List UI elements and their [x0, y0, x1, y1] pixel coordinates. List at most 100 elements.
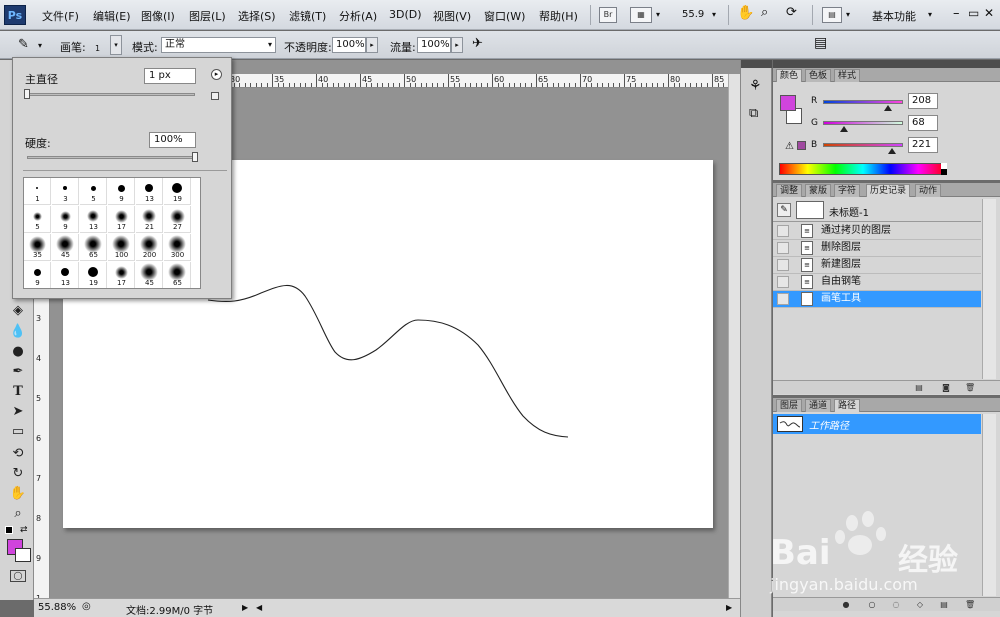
brush-preset[interactable]: 19 [80, 262, 107, 288]
default-colors-icon[interactable] [5, 526, 13, 534]
red-slider-thumb[interactable] [884, 105, 893, 111]
hardness-input[interactable]: 100% [149, 132, 196, 148]
flow-input[interactable]: 100% [417, 37, 451, 53]
fill-path-icon[interactable]: ● [841, 600, 851, 609]
brush-preset[interactable]: 9 [24, 262, 51, 288]
history-item[interactable]: ≡ 新建图层 [773, 257, 981, 274]
green-value[interactable]: 68 [908, 115, 938, 131]
arrange-dropdown-icon[interactable]: ▾ [846, 10, 850, 19]
menu-window[interactable]: 窗口(W) [484, 8, 525, 24]
history-item[interactable]: ✎ 画笔工具 [773, 291, 981, 308]
brush-preset[interactable]: 19 [164, 178, 191, 205]
tab-masks[interactable]: 蒙版 [805, 184, 832, 197]
brush-panel-toggle-icon[interactable]: ▤ [814, 35, 827, 51]
brush-preset[interactable]: 5 [24, 206, 51, 233]
zoom-dropdown-icon[interactable]: ▾ [712, 10, 716, 19]
tab-styles[interactable]: 样式 [834, 69, 861, 82]
airbrush-icon[interactable]: ✈ [472, 36, 483, 51]
rectangle-shape-icon[interactable]: ▭ [9, 423, 27, 441]
history-item[interactable]: ≡ 删除图层 [773, 240, 981, 257]
rotate-view-icon[interactable]: ⟳ [786, 5, 797, 20]
brush-preset[interactable]: 200 [136, 234, 163, 261]
brush-preset[interactable]: 65 [164, 262, 191, 288]
tab-character[interactable]: 字符 [834, 184, 861, 197]
menu-help[interactable]: 帮助(H) [539, 8, 578, 24]
brush-preset[interactable]: 45 [52, 234, 79, 261]
menu-3d[interactable]: 3D(D) [389, 8, 422, 21]
tab-layers[interactable]: 图层 [776, 399, 803, 412]
brush-preset[interactable]: 17 [108, 206, 135, 233]
zoom-tool-icon[interactable]: ⌕ [9, 505, 27, 523]
type-icon[interactable]: T [9, 383, 27, 401]
opacity-input[interactable]: 100% [332, 37, 366, 53]
brush-preset[interactable]: 9 [108, 178, 135, 205]
brush-preset[interactable]: 45 [136, 262, 163, 288]
black-white-ramp[interactable] [941, 163, 947, 175]
scroll-right-icon[interactable]: ▶ [726, 603, 732, 612]
menu-file[interactable]: 文件(F) [42, 8, 79, 24]
pen-icon[interactable]: ✒ [9, 363, 27, 381]
tool-preset-dropdown-icon[interactable]: ▾ [38, 41, 42, 50]
history-scrollbar[interactable] [982, 199, 996, 379]
brush-preset[interactable]: 13 [136, 178, 163, 205]
tab-paths[interactable]: 路径 [834, 399, 861, 412]
brush-preset[interactable]: 13 [80, 206, 107, 233]
hardness-slider[interactable] [27, 156, 195, 159]
new-document-icon[interactable]: ▤ [914, 383, 924, 392]
panel-collapse-bar[interactable] [773, 60, 1000, 68]
red-value[interactable]: 208 [908, 93, 938, 109]
history-item[interactable]: ≡ 通过拷贝的图层 [773, 223, 981, 240]
tab-swatches[interactable]: 色板 [805, 69, 832, 82]
brush-preset[interactable]: 1 [24, 178, 51, 205]
history-checkbox[interactable] [777, 242, 789, 254]
bridge-icon[interactable]: Br [599, 7, 617, 23]
load-selection-icon[interactable]: ◌ [891, 600, 901, 609]
zoom-status[interactable]: 55.88% [38, 602, 76, 613]
status-info-icon[interactable]: ◎ [82, 601, 91, 612]
3d-rotate-icon[interactable]: ⟲ [9, 445, 27, 463]
brush-presets-icon[interactable]: ⚘ [749, 78, 762, 94]
snapshot-thumbnail[interactable] [796, 201, 824, 219]
swap-colors-icon[interactable]: ⇄ [20, 525, 28, 535]
brush-picker-button[interactable]: ▾ [110, 35, 122, 55]
menu-edit[interactable]: 编辑(E) [93, 8, 131, 24]
tab-adjustments[interactable]: 调整 [776, 184, 803, 197]
hardness-slider-thumb[interactable] [192, 152, 198, 162]
tab-history[interactable]: 历史记录 [866, 184, 911, 197]
flow-slider-arrow[interactable]: ▸ [451, 37, 463, 53]
dropdown-arrow-icon[interactable]: ▾ [656, 10, 660, 19]
arrange-documents-icon[interactable]: ▤ [822, 7, 842, 23]
brush-preset[interactable]: 9 [52, 206, 79, 233]
gamut-swatch[interactable] [797, 141, 806, 150]
create-preset-icon[interactable] [211, 92, 219, 100]
snapshot-name[interactable]: 未标题-1 [829, 204, 869, 219]
workspace-switcher[interactable]: 基本功能 [872, 8, 916, 24]
blue-value[interactable]: 221 [908, 137, 938, 153]
scroll-left-icon[interactable]: ◀ [256, 603, 262, 612]
hand-icon[interactable]: ✋ [737, 5, 754, 21]
blue-slider-thumb[interactable] [888, 148, 897, 154]
path-selection-icon[interactable]: ➤ [9, 403, 27, 421]
brush-preset[interactable]: 21 [136, 206, 163, 233]
brush-preset[interactable]: 35 [24, 234, 51, 261]
history-item[interactable]: ≡ 自由钢笔 [773, 274, 981, 291]
trash-icon[interactable]: 🗑 [965, 383, 975, 392]
work-path-row[interactable]: 工作路径 [773, 414, 981, 434]
history-checkbox[interactable] [777, 259, 789, 271]
blue-slider[interactable] [823, 143, 903, 147]
red-slider[interactable] [823, 100, 903, 104]
close-icon[interactable]: ✕ [984, 6, 994, 20]
clone-source-icon[interactable]: ⧉ [749, 106, 758, 121]
view-extras-icon[interactable]: ▦ [630, 7, 652, 23]
history-checkbox[interactable] [777, 276, 789, 288]
new-snapshot-icon[interactable]: ◙ [941, 383, 951, 392]
tab-color[interactable]: 颜色 [776, 69, 803, 82]
status-menu-arrow-icon[interactable]: ▶ [242, 603, 248, 612]
minimize-icon[interactable]: – [953, 6, 960, 21]
brush-preset[interactable]: 65 [80, 234, 107, 261]
stroke-path-icon[interactable]: ○ [867, 600, 877, 609]
restore-icon[interactable]: ▭ [968, 6, 979, 20]
history-checkbox[interactable] [777, 225, 789, 237]
workspace-dropdown-icon[interactable]: ▾ [928, 10, 932, 19]
brush-preset[interactable]: 3 [52, 178, 79, 205]
